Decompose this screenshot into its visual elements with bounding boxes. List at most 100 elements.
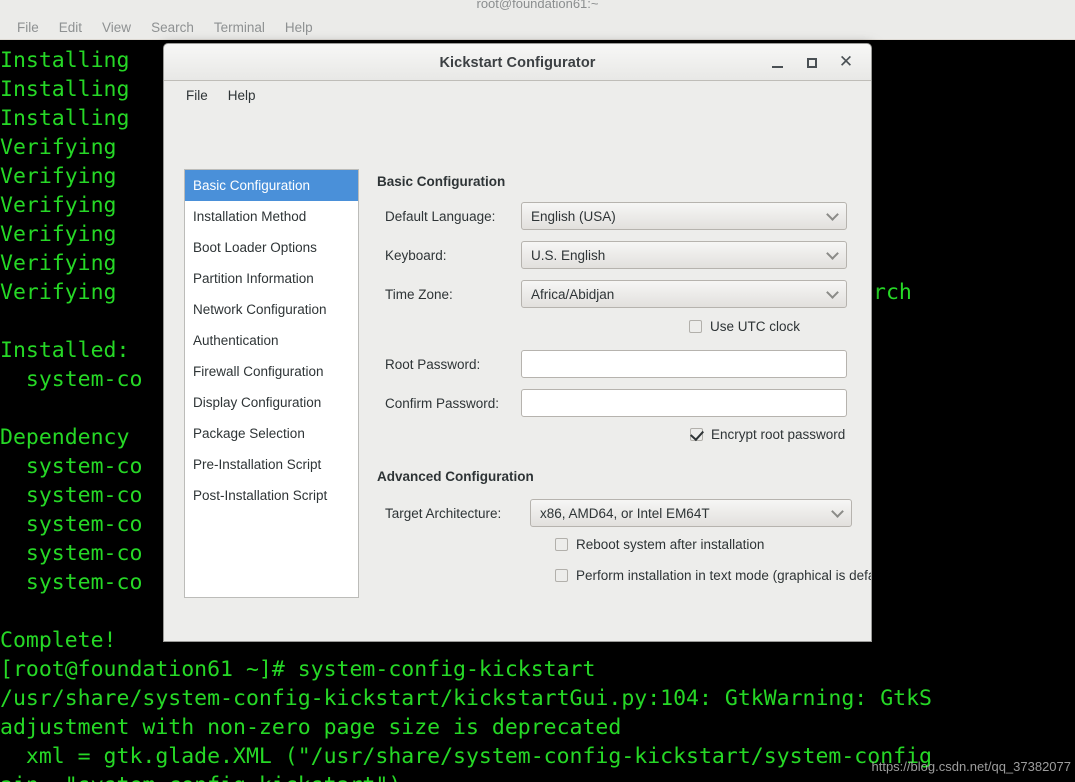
keyboard-row: Keyboard: U.S. English [385,241,850,269]
terminal-line: Dependency [0,425,130,450]
terminal-line: xml = gtk.glade.XML ("/usr/share/system-… [0,744,932,769]
terminal-line: system-co [0,454,143,479]
basic-configuration-heading: Basic Configuration [377,174,506,189]
terminal-line: adjustment with non-zero page size is de… [0,715,622,740]
configuration-sidebar[interactable]: Basic Configuration Installation Method … [184,169,359,598]
terminal-title: root@foundation61:~ [476,0,599,11]
chevron-down-icon [826,208,839,221]
terminal-line: system-co [0,541,143,566]
dialog-titlebar[interactable]: Kickstart Configurator ✕ [164,44,871,81]
encrypt-root-password-checkbox[interactable]: Encrypt root password [690,427,845,442]
terminal-menubar[interactable]: File Edit View Search Terminal Help [0,16,1075,40]
terminal-line: /usr/share/system-config-kickstart/kicks… [0,686,932,711]
close-icon[interactable]: ✕ [831,44,861,81]
root-password-row: Root Password: [385,350,850,378]
checkbox-indicator[interactable] [555,569,568,582]
sidebar-item-label: Network Configuration [193,302,327,317]
sidebar-item-post-installation-script[interactable]: Post-Installation Script [185,480,358,511]
checkbox-indicator[interactable] [689,320,702,333]
default-language-label: Default Language: [385,208,496,224]
sidebar-item-partition-information[interactable]: Partition Information [185,263,358,294]
terminal-line: Verifying [0,251,117,276]
dialog-menubar[interactable]: File Help [164,81,871,109]
confirm-password-row: Confirm Password: [385,389,850,417]
terminal-menu-file[interactable]: File [7,20,49,35]
terminal-menu-view[interactable]: View [92,20,141,35]
sidebar-item-display-configuration[interactable]: Display Configuration [185,387,358,418]
sidebar-item-label: Post-Installation Script [193,488,328,503]
terminal-line: Verifying [0,193,117,218]
target-architecture-label: Target Architecture: [385,505,502,521]
sidebar-item-label: Package Selection [193,426,305,441]
default-language-select[interactable]: English (USA) [521,202,847,230]
kickstart-configurator-window[interactable]: Kickstart Configurator ✕ File Help Basic… [163,43,872,642]
target-architecture-row: Target Architecture: x86, AMD64, or Inte… [385,499,855,527]
sidebar-item-label: Basic Configuration [193,178,311,193]
terminal-line: system-co [0,367,143,392]
confirm-password-input[interactable] [521,389,847,417]
chevron-down-icon [826,247,839,260]
text-mode-installation-checkbox[interactable]: Perform installation in text mode (graph… [555,568,872,583]
time-zone-select[interactable]: Africa/Abidjan [521,280,847,308]
time-zone-value: Africa/Abidjan [531,286,615,302]
time-zone-label: Time Zone: [385,286,453,302]
terminal-line: ain, "system-config-kickstart") [0,771,401,782]
sidebar-item-label: Pre-Installation Script [193,457,322,472]
target-architecture-select[interactable]: x86, AMD64, or Intel EM64T [530,499,852,527]
sidebar-item-basic-configuration[interactable]: Basic Configuration [185,170,358,201]
default-language-row: Default Language: English (USA) [385,202,850,230]
terminal-menu-help[interactable]: Help [275,20,323,35]
dialog-menu-file[interactable]: File [176,86,218,105]
text-mode-installation-label: Perform installation in text mode (graph… [576,568,872,583]
target-architecture-value: x86, AMD64, or Intel EM64T [540,505,710,521]
terminal-menu-edit[interactable]: Edit [49,20,92,35]
sidebar-item-label: Firewall Configuration [193,364,324,379]
terminal-line: Verifying [0,164,117,189]
keyboard-select[interactable]: U.S. English [521,241,847,269]
encrypt-root-password-label: Encrypt root password [711,427,846,442]
terminal-menu-search[interactable]: Search [141,20,204,35]
terminal-line: system-co [0,570,143,595]
terminal-line: system-co [0,512,143,537]
sidebar-item-pre-installation-script[interactable]: Pre-Installation Script [185,449,358,480]
sidebar-item-package-selection[interactable]: Package Selection [185,418,358,449]
root-password-input[interactable] [521,350,847,378]
minimize-icon[interactable] [762,44,792,81]
default-language-value: English (USA) [531,208,616,224]
chevron-down-icon [831,505,844,518]
time-zone-row: Time Zone: Africa/Abidjan [385,280,850,308]
sidebar-item-authentication[interactable]: Authentication [185,325,358,356]
dialog-menu-help[interactable]: Help [218,86,266,105]
confirm-password-label: Confirm Password: [385,395,500,411]
sidebar-item-label: Authentication [193,333,279,348]
terminal-line: Verifying [0,135,117,160]
terminal-line: Installed: [0,338,130,363]
checkbox-indicator[interactable] [690,428,703,441]
reboot-after-installation-checkbox[interactable]: Reboot system after installation [555,537,764,552]
reboot-after-installation-label: Reboot system after installation [576,537,765,552]
terminal-line: [root@foundation61 ~]# system-config-kic… [0,657,596,682]
terminal-line: Installing [0,48,130,73]
root-password-label: Root Password: [385,356,481,372]
watermark-text: https://blog.csdn.net/qq_37382077 [871,759,1072,774]
terminal-line: Installing [0,106,130,131]
maximize-icon[interactable] [797,44,827,81]
terminal-menu-terminal[interactable]: Terminal [204,20,275,35]
terminal-line: Complete! [0,628,117,653]
sidebar-item-boot-loader-options[interactable]: Boot Loader Options [185,232,358,263]
sidebar-item-firewall-configuration[interactable]: Firewall Configuration [185,356,358,387]
sidebar-item-label: Display Configuration [193,395,322,410]
checkbox-indicator[interactable] [555,538,568,551]
use-utc-clock-checkbox[interactable]: Use UTC clock [689,319,800,334]
terminal-line: system-co [0,483,143,508]
keyboard-label: Keyboard: [385,247,447,263]
terminal-line: Verifying [0,280,117,305]
basic-configuration-pane: Basic Configuration Default Language: En… [377,169,871,637]
sidebar-item-label: Installation Method [193,209,307,224]
sidebar-item-network-configuration[interactable]: Network Configuration [185,294,358,325]
terminal-line: Verifying [0,222,117,247]
sidebar-item-installation-method[interactable]: Installation Method [185,201,358,232]
sidebar-item-label: Boot Loader Options [193,240,317,255]
terminal-line: Installing [0,77,130,102]
sidebar-item-label: Partition Information [193,271,314,286]
